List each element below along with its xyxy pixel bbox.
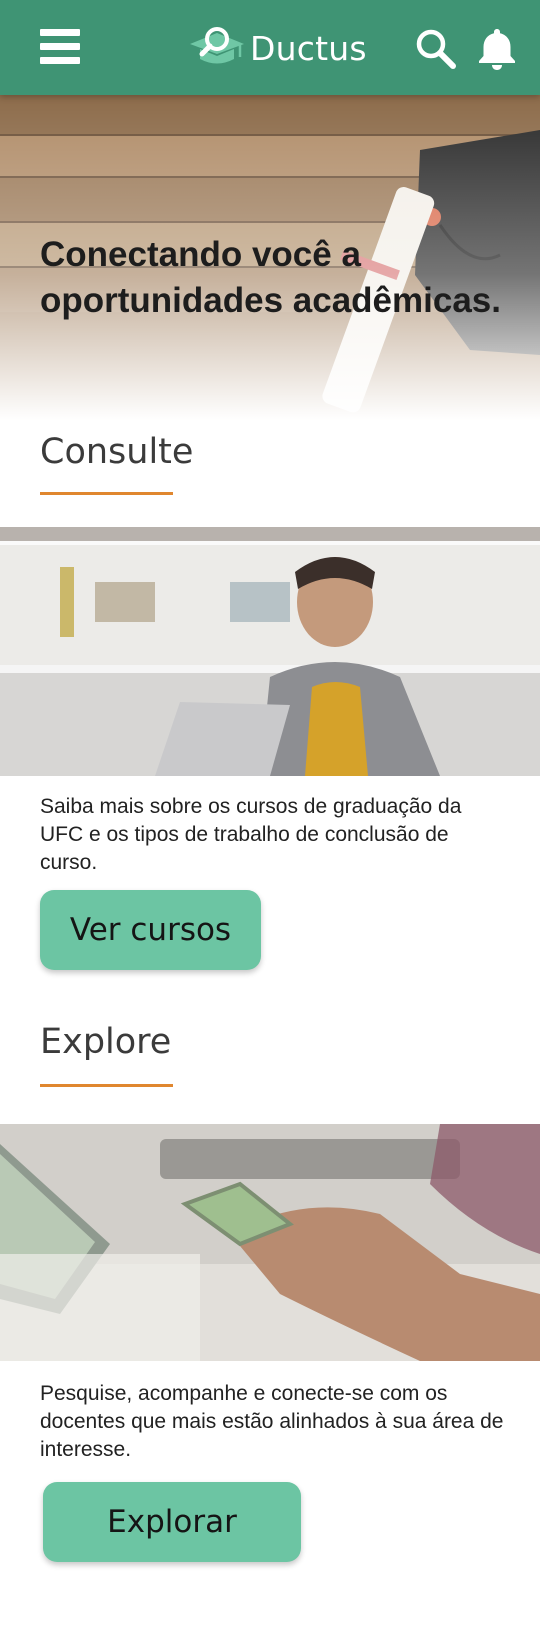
search-icon[interactable] <box>414 27 458 71</box>
bell-icon[interactable] <box>475 25 519 73</box>
explorar-button[interactable]: Explorar <box>43 1482 301 1562</box>
student-laptop-photo <box>0 527 540 776</box>
section-title-consulte: Consulte <box>40 432 194 472</box>
consulte-description: Saiba mais sobre os cursos de graduação … <box>40 795 462 874</box>
hero-banner: Conectando você a oportunidades acadêmic… <box>0 95 540 420</box>
tablet-hands-photo <box>0 1124 540 1361</box>
title-underline <box>40 1084 173 1087</box>
app-name: Ductus <box>250 28 367 68</box>
top-app-bar: Ductus <box>0 0 540 95</box>
tablet-hands-image <box>0 1124 540 1361</box>
brand[interactable]: Ductus <box>186 26 367 70</box>
graduation-cap-search-icon <box>190 27 244 64</box>
explore-description: Pesquise, acompanhe e conecte-se com os … <box>40 1382 504 1461</box>
ver-cursos-button[interactable]: Ver cursos <box>40 890 261 970</box>
title-underline <box>40 492 173 495</box>
hero-title: Conectando você a oportunidades acadêmic… <box>40 235 501 320</box>
section-title-explore: Explore <box>40 1022 172 1062</box>
menu-icon[interactable] <box>40 27 80 67</box>
student-laptop-image <box>0 527 540 776</box>
